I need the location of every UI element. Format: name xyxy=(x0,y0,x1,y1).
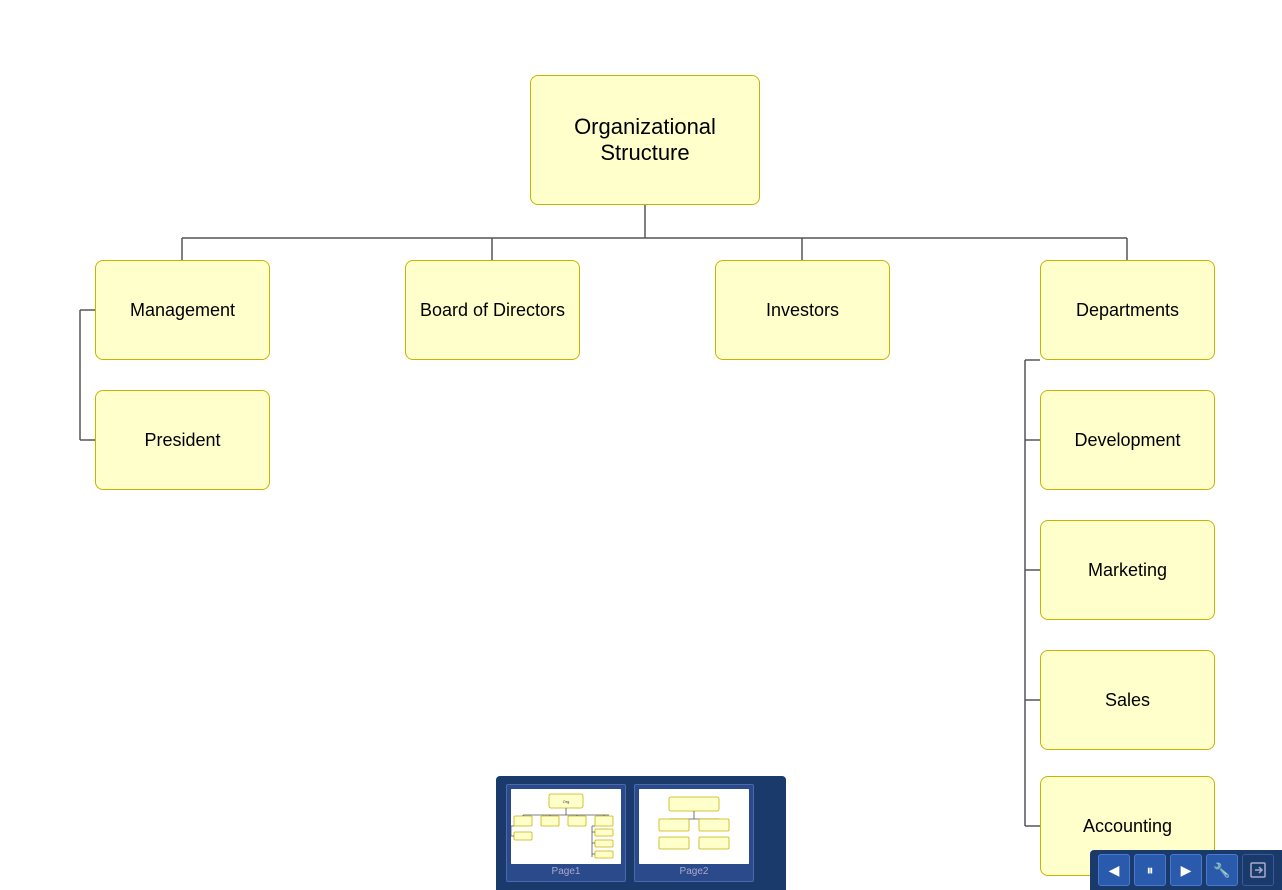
node-development[interactable]: Development xyxy=(1040,390,1215,490)
settings-button[interactable]: 🔧 xyxy=(1206,854,1238,886)
node-board[interactable]: Board of Directors xyxy=(405,260,580,360)
svg-text:Org: Org xyxy=(563,799,570,804)
forward-button[interactable]: ▶ xyxy=(1170,854,1202,886)
page-thumb-2[interactable]: Page2 xyxy=(634,784,754,882)
back-button[interactable]: ◀ xyxy=(1098,854,1130,886)
node-management[interactable]: Management xyxy=(95,260,270,360)
node-sales[interactable]: Sales xyxy=(1040,650,1215,750)
page2-label: Page2 xyxy=(680,866,709,877)
node-root[interactable]: Organizational Structure xyxy=(530,75,760,205)
exit-button[interactable] xyxy=(1242,854,1274,886)
page-thumb-img-2 xyxy=(639,789,749,864)
node-marketing[interactable]: Marketing xyxy=(1040,520,1215,620)
page1-label: Page1 xyxy=(552,866,581,877)
page-thumb-img-1: Org xyxy=(511,789,621,864)
pause-button[interactable]: ⏸ xyxy=(1134,854,1166,886)
diagram-area: Organizational Structure Management Pres… xyxy=(0,0,1282,890)
bottom-toolbar: ◀ ⏸ ▶ 🔧 xyxy=(1090,850,1282,890)
node-president[interactable]: President xyxy=(95,390,270,490)
node-investors[interactable]: Investors xyxy=(715,260,890,360)
exit-icon xyxy=(1249,861,1267,879)
page-thumb-1[interactable]: Org xyxy=(506,784,626,882)
node-departments[interactable]: Departments xyxy=(1040,260,1215,360)
page-navigator: Org xyxy=(496,776,786,890)
